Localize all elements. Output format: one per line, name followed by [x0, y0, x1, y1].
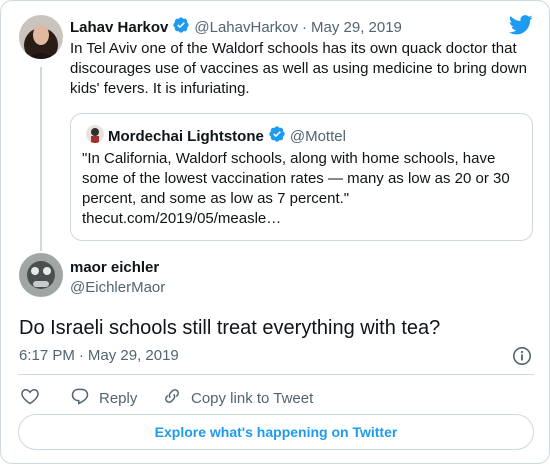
tweet-embed-card: Lahav Harkov @LahavHarkov · May 29, 2019…: [0, 0, 550, 464]
main-tweet-text: Do Israeli schools still treat everythin…: [19, 317, 441, 339]
lahav-handle[interactable]: @LahavHarkov: [194, 19, 298, 36]
quote-text-line: "In California, Waldorf schools, along w…: [82, 150, 496, 167]
lahav-avatar[interactable]: [19, 15, 63, 59]
verified-badge-icon: [268, 125, 286, 148]
explore-twitter-button[interactable]: Explore what's happening on Twitter: [18, 414, 534, 450]
twitter-bird-icon[interactable]: [508, 15, 533, 40]
reply-bubble-icon: [70, 386, 90, 410]
info-icon[interactable]: [512, 346, 532, 371]
copy-link-button[interactable]: Copy link to Tweet: [162, 386, 313, 410]
maor-avatar[interactable]: [19, 253, 63, 297]
tweet-divider: [18, 374, 534, 375]
link-icon: [162, 386, 182, 410]
quote-link[interactable]: thecut.com/2019/05/measle…: [82, 209, 510, 229]
maor-author-name[interactable]: maor eichler: [70, 259, 159, 276]
explore-label: Explore what's happening on Twitter: [154, 424, 398, 440]
thread-connector-line: [40, 67, 42, 251]
lahav-text-line: In Tel Aviv one of the Waldorf schools h…: [70, 40, 517, 57]
mordechai-avatar[interactable]: [86, 125, 104, 143]
lahav-text-line: kids' fevers. It is infuriating.: [70, 80, 250, 97]
lahav-date[interactable]: May 29, 2019: [311, 19, 402, 36]
tweet-date[interactable]: May 29, 2019: [88, 347, 179, 364]
lahav-text-line: discourages use of vaccines as well as u…: [70, 60, 527, 77]
reply-label: Reply: [99, 389, 138, 407]
quote-text-line: some of the lowest vaccination rates — m…: [82, 170, 510, 187]
lahav-tweet-text: In Tel Aviv one of the Waldorf schools h…: [70, 39, 527, 99]
mordechai-handle[interactable]: @Mottel: [290, 128, 346, 145]
quote-text-line: percent, and some as low as 7 percent.": [82, 190, 350, 207]
verified-badge-icon: [172, 16, 190, 39]
quoted-tweet-text: "In California, Waldorf schools, along w…: [82, 149, 510, 229]
maor-handle[interactable]: @EichlerMaor: [70, 279, 165, 296]
lahav-author-name[interactable]: Lahav Harkov: [70, 19, 168, 36]
tweet-time[interactable]: 6:17 PM: [19, 347, 75, 364]
mordechai-author-name[interactable]: Mordechai Lightstone: [108, 128, 264, 145]
reply-button[interactable]: Reply: [70, 386, 137, 410]
separator-dot: ·: [302, 19, 307, 36]
copy-link-label: Copy link to Tweet: [191, 389, 314, 407]
like-heart-icon[interactable]: [20, 386, 40, 411]
separator-dot: ·: [78, 347, 84, 364]
